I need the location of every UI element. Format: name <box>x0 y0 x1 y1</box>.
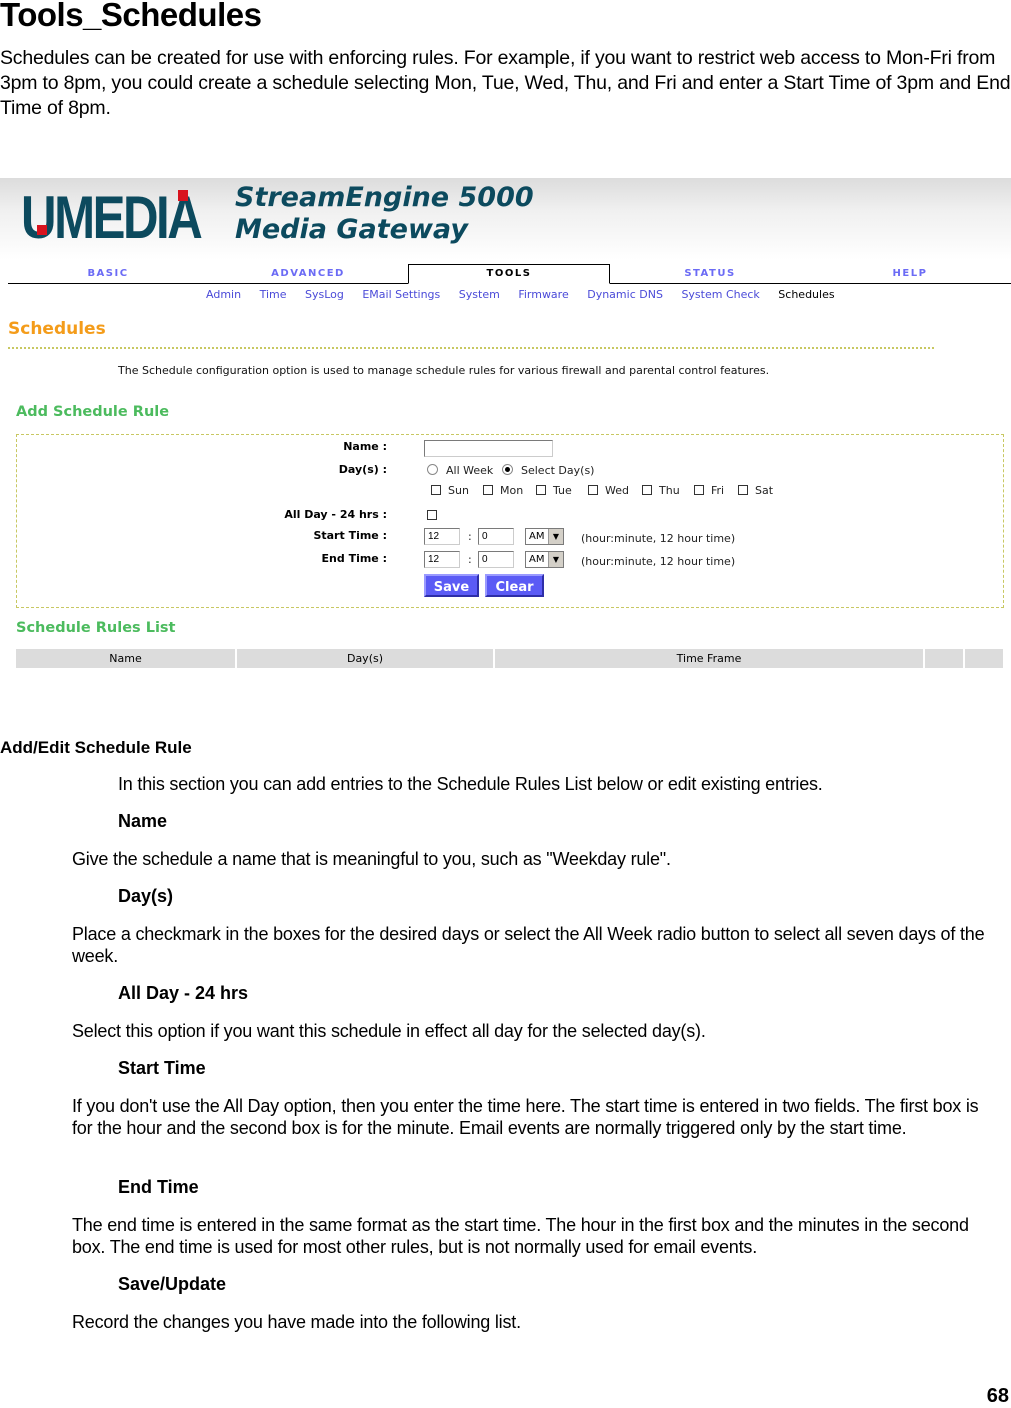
tab-basic[interactable]: BASIC <box>8 265 208 283</box>
start-minute-input[interactable] <box>478 528 514 545</box>
start-hour-input[interactable] <box>424 528 460 545</box>
tab-status[interactable]: STATUS <box>610 265 810 283</box>
col-name: Name <box>16 649 235 668</box>
help-item-title: All Day - 24 hrs <box>118 983 249 1003</box>
end-hour-input[interactable] <box>424 551 460 568</box>
mon-label: Mon <box>500 484 524 497</box>
banner: UMEDIA StreamEngine 5000 Media Gateway <box>0 178 1011 260</box>
wed-checkbox[interactable] <box>588 485 598 495</box>
help-item-text: If you don't use the All Day option, the… <box>72 1096 979 1138</box>
help-item-text: Record the changes you have made into th… <box>72 1312 521 1332</box>
end-minute-input[interactable] <box>478 551 514 568</box>
start-ampm-select[interactable]: AM ▼ <box>525 528 564 545</box>
help-item-title: Save/Update <box>118 1274 227 1294</box>
help-item-title: Start Time <box>118 1058 206 1078</box>
help-item-title: Day(s) <box>118 886 174 906</box>
start-time-hint: (hour:minute, 12 hour time) <box>581 532 736 545</box>
subnav-syslog[interactable]: SysLog <box>305 288 344 301</box>
add-rule-heading: Add Schedule Rule <box>16 404 170 420</box>
page-heading: Schedules <box>8 319 106 339</box>
tue-label: Tue <box>553 484 572 497</box>
tue-checkbox[interactable] <box>536 485 546 495</box>
select-days-radio[interactable] <box>502 464 513 475</box>
subnav-time[interactable]: Time <box>260 288 287 301</box>
help-item-text: The end time is entered in the same form… <box>72 1215 969 1257</box>
fri-label: Fri <box>711 484 725 497</box>
start-time-label: Start Time : <box>313 529 387 542</box>
all-week-radio[interactable] <box>427 464 438 475</box>
add-rule-form: Name : Day(s) : All Week Select Day(s) S… <box>16 434 1004 608</box>
end-ampm-select[interactable]: AM ▼ <box>525 551 564 568</box>
all-week-label: All Week <box>446 464 494 477</box>
divider <box>8 347 934 349</box>
tab-advanced[interactable]: ADVANCED <box>208 265 408 283</box>
rules-list-heading: Schedule Rules List <box>16 620 176 636</box>
col-delete <box>965 649 1003 668</box>
end-time-hint: (hour:minute, 12 hour time) <box>581 555 736 568</box>
help-intro: In this section you can add entries to t… <box>118 774 823 794</box>
logo-accent-dot <box>178 190 188 201</box>
start-colon: : <box>468 530 472 543</box>
tab-help[interactable]: HELP <box>810 265 1010 283</box>
wed-label: Wed <box>605 484 629 497</box>
page-number: 68 <box>986 1385 1009 1407</box>
save-button[interactable]: Save <box>424 574 479 597</box>
subnav-schedules[interactable]: Schedules <box>778 288 834 301</box>
help-item-text: Give the schedule a name that is meaning… <box>72 849 671 869</box>
col-days: Day(s) <box>237 649 493 668</box>
end-time-label: End Time : <box>321 552 387 565</box>
umedia-logo: UMEDIA <box>21 184 203 251</box>
page-description: The Schedule configuration option is use… <box>118 364 770 377</box>
mon-checkbox[interactable] <box>483 485 493 495</box>
end-ampm-value: AM <box>529 554 545 565</box>
thu-label: Thu <box>659 484 680 497</box>
fri-checkbox[interactable] <box>694 485 704 495</box>
sat-checkbox[interactable] <box>738 485 748 495</box>
subnav-system[interactable]: System <box>459 288 500 301</box>
rules-list-table-header: Name Day(s) Time Frame <box>16 649 1003 668</box>
help-item-text: Select this option if you want this sche… <box>72 1021 706 1041</box>
subnav-admin[interactable]: Admin <box>206 288 241 301</box>
sun-label: Sun <box>448 484 469 497</box>
subnav-system-check[interactable]: System Check <box>681 288 759 301</box>
clear-button[interactable]: Clear <box>485 574 544 597</box>
sun-checkbox[interactable] <box>431 485 441 495</box>
col-time-frame: Time Frame <box>495 649 923 668</box>
sat-label: Sat <box>755 484 774 497</box>
tab-tools[interactable]: TOOLS <box>408 264 610 284</box>
end-colon: : <box>468 553 472 566</box>
thu-checkbox[interactable] <box>642 485 652 495</box>
document-intro: Schedules can be created for use with en… <box>0 47 1011 119</box>
help-item-text: Place a checkmark in the boxes for the d… <box>72 924 985 966</box>
product-line-2: Media Gateway <box>235 214 468 245</box>
help-heading: Add/Edit Schedule Rule <box>0 738 192 757</box>
help-item-title: End Time <box>118 1177 199 1197</box>
all-day-checkbox[interactable] <box>427 510 437 520</box>
sub-navigation: Admin Time SysLog EMail Settings System … <box>206 288 850 301</box>
start-ampm-value: AM <box>529 531 545 542</box>
name-label: Name : <box>343 440 387 453</box>
col-edit <box>925 649 963 668</box>
chevron-down-icon: ▼ <box>548 552 563 567</box>
subnav-firmware[interactable]: Firmware <box>518 288 568 301</box>
logo-accent-dot <box>37 225 47 235</box>
product-line-1: StreamEngine 5000 <box>235 182 534 213</box>
all-day-label: All Day - 24 hrs : <box>284 508 387 521</box>
days-label: Day(s) : <box>338 463 387 476</box>
document-title: Tools_Schedules <box>0 0 262 33</box>
select-days-label: Select Day(s) <box>521 464 595 477</box>
help-item-title: Name <box>118 811 168 831</box>
chevron-down-icon: ▼ <box>548 529 563 544</box>
product-title: StreamEngine 5000 Media Gateway <box>235 182 534 246</box>
subnav-dynamic-dns[interactable]: Dynamic DNS <box>587 288 663 301</box>
router-ui-screenshot: UMEDIA StreamEngine 5000 Media Gateway B… <box>0 178 1011 678</box>
subnav-email-settings[interactable]: EMail Settings <box>362 288 440 301</box>
main-tabs: BASIC ADVANCED TOOLS STATUS HELP <box>8 264 1011 284</box>
name-input[interactable] <box>424 440 553 457</box>
